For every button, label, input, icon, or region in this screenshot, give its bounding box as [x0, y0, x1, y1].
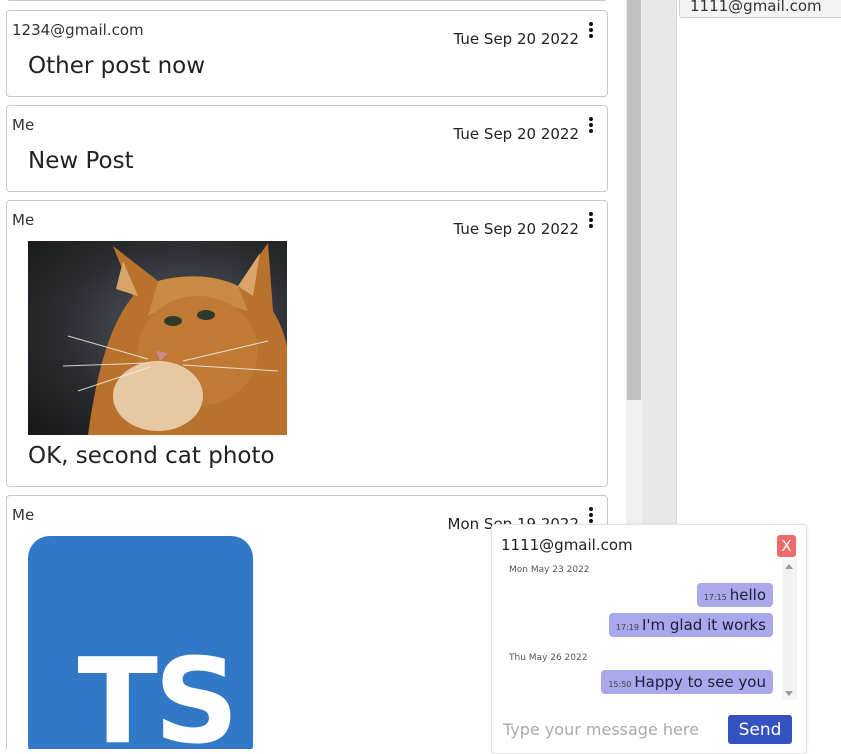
post-text: New Post	[28, 148, 134, 174]
message-time: 17:15	[703, 593, 727, 602]
message-text: hello	[729, 586, 766, 604]
message-text: I'm glad it works	[641, 616, 766, 634]
post-card: Me Tue Sep 20 2022 New Post	[6, 105, 608, 192]
scroll-up-icon[interactable]	[785, 564, 793, 569]
more-vertical-icon[interactable]	[587, 212, 595, 232]
post-card: 1234@gmail.com Tue Sep 20 2022 Other pos…	[6, 10, 608, 97]
post-date: Tue Sep 20 2022	[453, 125, 579, 143]
post-card: Me Tue Sep 20 2022 OK, second cat photo	[6, 200, 608, 487]
message-time: 15:50	[608, 680, 632, 689]
post-text: Other post now	[28, 53, 206, 79]
feed-scrollbar-thumb[interactable]	[627, 0, 641, 400]
post-date: Tue Sep 20 2022	[453, 220, 579, 238]
day-separator: Thu May 26 2022	[509, 653, 588, 663]
more-vertical-icon[interactable]	[587, 117, 595, 137]
post-author: Me	[12, 116, 35, 134]
post-author: 1234@gmail.com	[12, 21, 144, 39]
day-separator: Mon May 23 2022	[509, 565, 590, 575]
chat-bubble: 15:50 Happy to see you	[601, 670, 773, 694]
cat-photo	[28, 241, 287, 435]
chat-window: 1111@gmail.com X Mon May 23 2022 17:15 he…	[491, 524, 807, 754]
more-vertical-icon[interactable]	[587, 22, 595, 42]
contact-item[interactable]: 1111@gmail.com	[679, 0, 841, 18]
typescript-logo-text: TS	[77, 632, 239, 749]
chat-scrollbar[interactable]	[782, 560, 797, 700]
post-date: Tue Sep 20 2022	[453, 30, 579, 48]
post-author: Me	[12, 506, 35, 524]
chat-title: 1111@gmail.com	[501, 536, 633, 554]
close-button[interactable]: X	[777, 535, 796, 557]
chat-bubble: 17:15 hello	[696, 583, 773, 607]
scroll-down-icon[interactable]	[785, 691, 793, 696]
typescript-logo: TS	[28, 536, 253, 749]
message-input[interactable]	[501, 715, 725, 743]
chat-messages: Mon May 23 2022 17:15 hello 17:19 I'm glad…	[492, 557, 782, 702]
message-time: 17:19	[615, 623, 639, 632]
chat-bubble: 17:19 I'm glad it works	[608, 613, 773, 637]
post-card	[6, 0, 608, 1]
post-author: Me	[12, 211, 35, 229]
message-text: Happy to see you	[634, 673, 766, 691]
post-text: OK, second cat photo	[28, 443, 275, 469]
send-button[interactable]: Send	[728, 715, 792, 744]
